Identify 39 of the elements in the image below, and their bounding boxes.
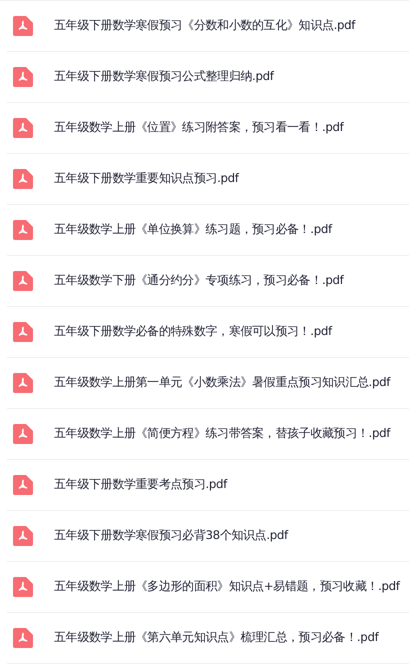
file-row[interactable]: 五年级下册数学重要考点预习.pdf xyxy=(7,460,409,511)
pdf-file-icon xyxy=(13,220,33,240)
file-row[interactable]: 五年级下册数学寒假预习必背38个知识点.pdf xyxy=(7,511,409,562)
file-name: 五年级数学上册《多边形的面积》知识点+易错题，预习收藏！.pdf xyxy=(54,579,400,595)
pdf-file-icon xyxy=(13,373,33,393)
file-name: 五年级数学上册《第六单元知识点》梳理汇总，预习必备！.pdf xyxy=(54,630,378,646)
pdf-file-icon xyxy=(13,169,33,189)
pdf-file-icon xyxy=(13,322,33,342)
file-name: 五年级数学上册《位置》练习附答案，预习看一看！.pdf xyxy=(54,120,344,136)
file-row[interactable]: 五年级数学上册《第六单元知识点》梳理汇总，预习必备！.pdf xyxy=(7,613,409,664)
pdf-file-icon xyxy=(13,628,33,648)
file-name: 五年级下册数学重要知识点预习.pdf xyxy=(54,171,239,187)
file-name: 五年级下册数学寒假预习必背38个知识点.pdf xyxy=(54,528,288,544)
file-row[interactable]: 五年级数学上册《位置》练习附答案，预习看一看！.pdf xyxy=(7,103,409,154)
pdf-file-icon xyxy=(13,271,33,291)
file-row[interactable]: 五年级数学下册《通分约分》专项练习，预习必备！.pdf xyxy=(7,256,409,307)
file-row[interactable]: 五年级下册数学寒假预习公式整理归纳.pdf xyxy=(7,52,409,103)
file-name: 五年级数学上册《单位换算》练习题，预习必备！.pdf xyxy=(54,222,332,238)
file-name: 五年级下册数学重要考点预习.pdf xyxy=(54,477,227,493)
file-name: 五年级数学上册第一单元《小数乘法》暑假重点预习知识汇总.pdf xyxy=(54,375,390,391)
file-row[interactable]: 五年级数学上册《多边形的面积》知识点+易错题，预习收藏！.pdf xyxy=(7,562,409,613)
pdf-file-icon xyxy=(13,424,33,444)
pdf-file-icon xyxy=(13,577,33,597)
file-name: 五年级下册数学寒假预习《分数和小数的互化》知识点.pdf xyxy=(54,18,356,34)
pdf-file-icon xyxy=(13,475,33,495)
file-row[interactable]: 五年级下册数学寒假预习《分数和小数的互化》知识点.pdf xyxy=(7,1,409,52)
file-row[interactable]: 五年级数学上册第一单元《小数乘法》暑假重点预习知识汇总.pdf xyxy=(7,358,409,409)
file-row[interactable]: 五年级数学上册《单位换算》练习题，预习必备！.pdf xyxy=(7,205,409,256)
file-row[interactable]: 五年级下册数学必备的特殊数字，寒假可以预习！.pdf xyxy=(7,307,409,358)
file-row[interactable]: 五年级数学上册《简便方程》练习带答案，替孩子收藏预习！.pdf xyxy=(7,409,409,460)
pdf-file-icon xyxy=(13,526,33,546)
pdf-file-icon xyxy=(13,67,33,87)
pdf-file-icon xyxy=(13,16,33,36)
file-name: 五年级数学上册《简便方程》练习带答案，替孩子收藏预习！.pdf xyxy=(54,426,390,442)
pdf-file-icon xyxy=(13,118,33,138)
file-row[interactable]: 五年级下册数学重要知识点预习.pdf xyxy=(7,154,409,205)
file-name: 五年级下册数学必备的特殊数字，寒假可以预习！.pdf xyxy=(54,324,332,340)
file-name: 五年级下册数学寒假预习公式整理归纳.pdf xyxy=(54,69,274,85)
file-name: 五年级数学下册《通分约分》专项练习，预习必备！.pdf xyxy=(54,273,344,289)
